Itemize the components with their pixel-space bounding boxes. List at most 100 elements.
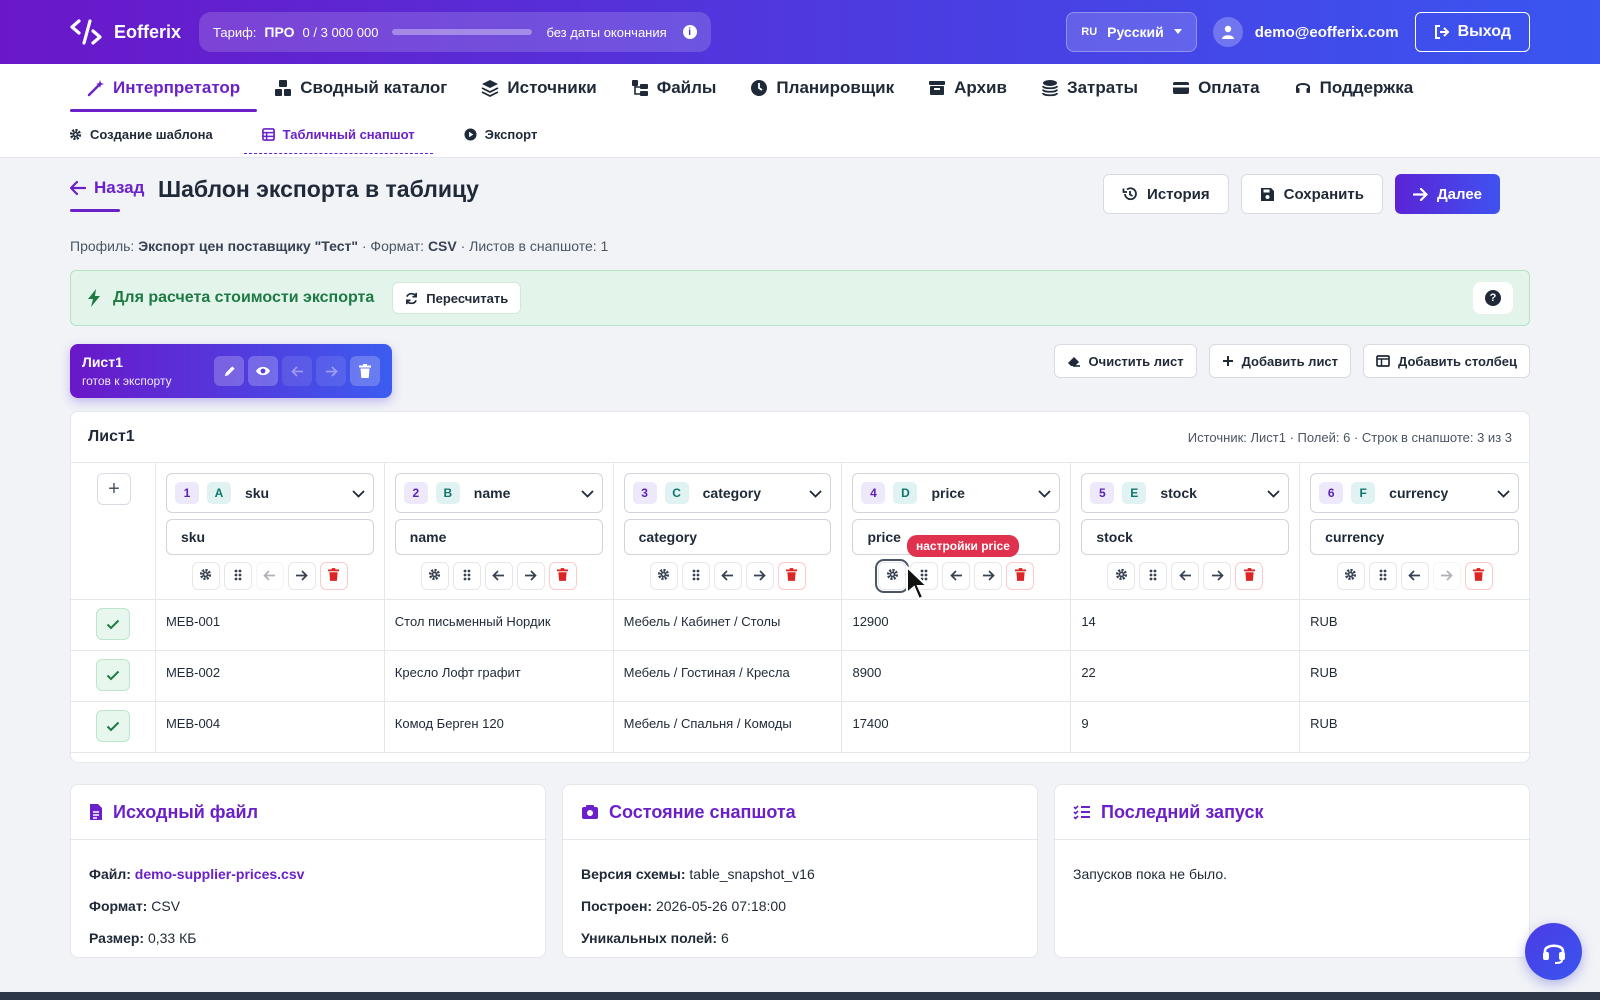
trash-icon — [359, 364, 371, 378]
eye-icon — [256, 366, 270, 376]
column-drag-handle[interactable] — [1139, 562, 1168, 590]
nav-files[interactable]: Файлы — [614, 64, 734, 112]
column-header-input[interactable]: stock — [1081, 519, 1290, 555]
row-check-icon[interactable] — [95, 608, 130, 640]
nav-payment[interactable]: Оплата — [1155, 64, 1277, 112]
column-settings-button[interactable] — [1336, 562, 1365, 590]
sheet-tab[interactable]: Лист1 готов к экспорту — [70, 344, 392, 398]
column-header-input[interactable]: sku — [165, 519, 374, 555]
column-move-right-button[interactable] — [1203, 562, 1232, 590]
column-move-right-button[interactable] — [287, 562, 316, 590]
arrow-left-icon — [492, 568, 505, 584]
sheet-move-right-button[interactable] — [316, 356, 346, 386]
column-settings-button[interactable] — [1107, 562, 1136, 590]
column-header-input[interactable]: currency — [1310, 519, 1519, 555]
column-field-select[interactable]: 1 Asku — [165, 473, 374, 513]
nav-interpreter[interactable]: Интерпретатор — [70, 64, 258, 112]
column-delete-button[interactable] — [777, 562, 806, 590]
sheet-move-left-button[interactable] — [282, 356, 312, 386]
sheet-edit-button[interactable] — [214, 356, 244, 386]
column-delete-button[interactable] — [1006, 562, 1035, 590]
help-button[interactable]: ? — [1473, 282, 1513, 314]
column-field-select[interactable]: 2 Bname — [394, 473, 603, 513]
column-field-select[interactable]: 3 Ccategory — [623, 473, 832, 513]
column-drag-handle[interactable] — [1368, 562, 1397, 590]
save-button[interactable]: Сохранить — [1240, 174, 1383, 214]
chevron-down-icon — [1038, 485, 1051, 501]
file-link[interactable]: demo-supplier-prices.csv — [135, 866, 305, 882]
column-drag-handle[interactable] — [452, 562, 481, 590]
trash-icon — [1243, 568, 1255, 584]
logout-button[interactable]: Выход — [1414, 12, 1530, 52]
nav-label: Интерпретатор — [113, 78, 241, 97]
column-delete-button[interactable] — [1464, 562, 1493, 590]
brand-logo[interactable]: Eofferix — [70, 19, 181, 45]
add-row-button[interactable]: + — [97, 473, 131, 505]
column-drag-handle[interactable] — [681, 562, 710, 590]
built-label: Построен: — [581, 898, 653, 914]
table-cell: MEB-002 — [155, 651, 384, 702]
gear-icon — [428, 568, 441, 584]
column-move-left-button[interactable] — [1171, 562, 1200, 590]
column-move-left-button[interactable] — [1400, 562, 1429, 590]
table-cell: MEB-004 — [155, 702, 384, 753]
tab-export[interactable]: Экспорт — [455, 112, 547, 157]
column-move-right-button[interactable] — [516, 562, 545, 590]
tab-template-create[interactable]: Создание шаблона — [60, 112, 222, 157]
clear-sheet-button[interactable]: Очистить лист — [1053, 344, 1197, 378]
column-delete-button[interactable] — [1235, 562, 1264, 590]
back-link[interactable]: Назад — [70, 178, 144, 198]
recalc-button[interactable]: Пересчитать — [392, 282, 522, 314]
trash-icon — [1473, 568, 1485, 584]
chevron-down-icon — [809, 485, 823, 501]
tab-label: Табличный снапшот — [282, 127, 415, 142]
column-settings-button[interactable] — [191, 562, 220, 590]
language-select[interactable]: RU Русский — [1066, 12, 1197, 52]
row-check-icon[interactable] — [95, 710, 130, 742]
column-move-right-button[interactable] — [1432, 562, 1461, 590]
column-header-input[interactable]: category — [623, 519, 832, 555]
history-button[interactable]: История — [1103, 174, 1229, 214]
column-settings-button[interactable] — [875, 559, 910, 593]
column-move-right-button[interactable] — [745, 562, 774, 590]
add-column-button[interactable]: Добавить столбец — [1363, 344, 1530, 378]
sheet-delete-button[interactable] — [350, 356, 380, 386]
nav-support[interactable]: Поддержка — [1277, 64, 1431, 112]
nav-sources[interactable]: Источники — [464, 64, 613, 112]
column-move-left-button[interactable] — [942, 562, 971, 590]
info-icon[interactable]: i — [682, 25, 697, 39]
list-check-icon — [1073, 805, 1090, 820]
nav-catalog[interactable]: Сводный каталог — [257, 64, 464, 112]
column-move-left-button[interactable] — [713, 562, 742, 590]
support-chat-button[interactable] — [1525, 923, 1582, 980]
sheet-preview-button[interactable] — [248, 356, 278, 386]
nav-archive[interactable]: Архив — [911, 64, 1024, 112]
table-cell: Мебель / Спальня / Комоды — [613, 702, 842, 753]
column-move-left-button[interactable] — [255, 562, 284, 590]
next-button[interactable]: Далее — [1394, 174, 1500, 214]
nav-label: Затраты — [1066, 78, 1139, 97]
column-settings-button[interactable] — [420, 562, 449, 590]
table-cell: 14 — [1071, 600, 1300, 651]
nav-scheduler[interactable]: Планировщик — [733, 64, 911, 112]
clear-sheet-label: Очистить лист — [1088, 353, 1184, 369]
column-drag-handle[interactable] — [223, 562, 252, 590]
column-settings-button[interactable] — [649, 562, 678, 590]
column-delete-button[interactable] — [548, 562, 577, 590]
table-title: Лист1 — [88, 428, 135, 445]
column-header-input[interactable]: name — [394, 519, 603, 555]
row-check-icon[interactable] — [95, 659, 130, 691]
arrow-left-icon — [1408, 568, 1421, 584]
nav-costs[interactable]: Затраты — [1024, 64, 1155, 112]
column-field-select[interactable]: 5 Estock — [1081, 473, 1290, 513]
column-delete-button[interactable] — [319, 562, 348, 590]
tab-label: Экспорт — [484, 127, 538, 142]
user-menu[interactable]: demo@eofferix.com — [1212, 17, 1399, 47]
tab-table-snapshot[interactable]: Табличный снапшот — [243, 112, 433, 157]
column-move-left-button[interactable] — [484, 562, 513, 590]
add-sheet-button[interactable]: Добавить лист — [1208, 344, 1352, 378]
column-move-right-button[interactable] — [974, 562, 1003, 590]
column-field-select[interactable]: 4 Dprice — [852, 473, 1061, 513]
column-field-select[interactable]: 6 Fcurrency — [1310, 473, 1519, 513]
arrow-right-icon — [1440, 568, 1453, 584]
